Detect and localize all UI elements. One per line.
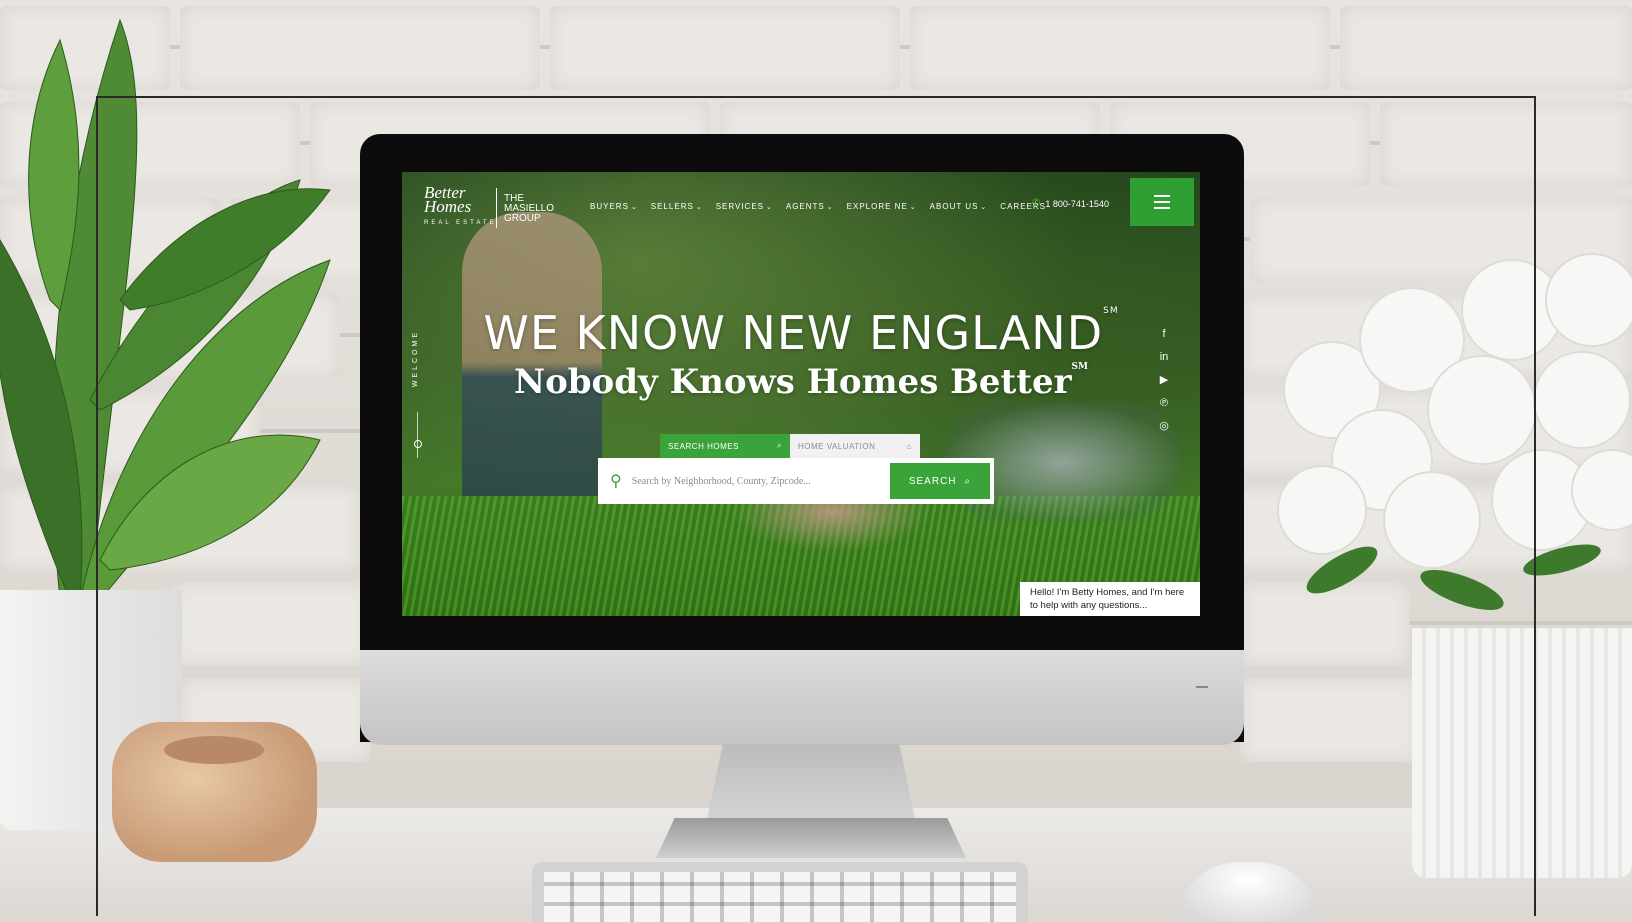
- hero-subtitle: Nobody Knows Homes BetterSM: [402, 362, 1200, 402]
- nav-item-sellers[interactable]: SELLERS ⌄: [651, 202, 703, 211]
- chevron-down-icon: ⌄: [695, 204, 703, 211]
- menu-button[interactable]: [1130, 178, 1194, 226]
- hamburger-icon: [1154, 207, 1170, 209]
- brand-logo[interactable]: Better Homes REAL ESTATE: [424, 184, 497, 226]
- chevron-down-icon: ⌄: [980, 204, 988, 211]
- nav-label: SELLERS: [650, 202, 694, 211]
- service-mark: SM: [1103, 306, 1119, 316]
- website-screen: Better Homes REAL ESTATE THE MASIELLO GR…: [402, 172, 1200, 616]
- logo-group-name: THE MASIELLO GROUP: [504, 193, 555, 224]
- logo-divider: [496, 188, 497, 228]
- search-bar: ⚲ SEARCH ⌕: [598, 458, 994, 504]
- monitor-stand: [706, 744, 916, 824]
- hamburger-icon: [1154, 201, 1170, 203]
- phone-icon: ✆: [1032, 198, 1041, 209]
- chat-widget[interactable]: Hello! I'm Betty Homes, and I'm here to …: [1020, 582, 1200, 616]
- chevron-down-icon: ⌄: [630, 204, 638, 211]
- nav-item-services[interactable]: SERVICES ⌄: [716, 202, 773, 211]
- pinterest-icon[interactable]: ℗: [1157, 397, 1171, 410]
- search-button-label: SEARCH: [908, 475, 957, 487]
- nav-label: EXPLORE NE: [846, 202, 908, 211]
- search-icon: ⌕: [964, 475, 972, 487]
- keyboard-keys: [544, 872, 1016, 922]
- nav-item-agents[interactable]: AGENTS ⌄: [786, 202, 834, 211]
- phone-number: 1 800-741-1540: [1045, 198, 1109, 209]
- tab-search-homes[interactable]: SEARCH HOMES ⌕: [660, 434, 790, 458]
- search-icon: ⌕: [777, 441, 782, 450]
- search-button[interactable]: SEARCH ⌕: [890, 463, 990, 499]
- chevron-down-icon: ⌄: [826, 204, 834, 211]
- nav-label: AGENTS: [785, 202, 825, 211]
- main-nav: BUYERS ⌄ SELLERS ⌄ SERVICES ⌄ AGENTS ⌄ EXPLO…: [590, 202, 1046, 211]
- instagram-icon[interactable]: ◎: [1157, 420, 1171, 433]
- nav-label: SERVICES: [715, 202, 764, 211]
- location-pin-icon: ⚲: [610, 473, 622, 490]
- hamburger-icon: [1154, 195, 1170, 197]
- home-icon: ⌂: [906, 441, 912, 451]
- chevron-down-icon: ⌄: [909, 204, 917, 211]
- tab-label: HOME VALUATION: [798, 441, 876, 451]
- site-header: Better Homes REAL ESTATE THE MASIELLO GR…: [402, 172, 1200, 232]
- scroll-indicator[interactable]: [414, 440, 422, 448]
- service-mark: SM: [1071, 362, 1088, 372]
- hero-title-text: WE KNOW NEW ENGLAND: [483, 306, 1104, 360]
- scroll-line: [417, 412, 418, 458]
- keyboard: [532, 862, 1028, 922]
- logo-tagline: REAL ESTATE: [424, 220, 497, 226]
- search-tabs: SEARCH HOMES ⌕ HOME VALUATION ⌂: [660, 434, 920, 458]
- nav-item-about-us[interactable]: ABOUT US ⌄: [930, 202, 988, 211]
- tab-home-valuation[interactable]: HOME VALUATION ⌂: [790, 434, 920, 458]
- phone-link[interactable]: ✆ 1 800-741-1540: [1032, 198, 1109, 209]
- nav-label: BUYERS: [590, 202, 629, 211]
- nav-label: ABOUT US: [929, 202, 979, 211]
- hero-title: WE KNOW NEW ENGLANDSM: [402, 306, 1200, 360]
- search-input[interactable]: [629, 474, 890, 488]
- nav-item-buyers[interactable]: BUYERS ⌄: [590, 202, 638, 211]
- chin-indicator: [1196, 686, 1208, 688]
- tab-label: SEARCH HOMES: [668, 441, 739, 451]
- youtube-icon[interactable]: ▶: [1157, 374, 1171, 387]
- monitor-chin: [360, 650, 1244, 745]
- social-links: f in ▶ ℗ ◎: [1157, 328, 1171, 433]
- hero-subtitle-text: Nobody Knows Homes Better: [514, 362, 1072, 402]
- nav-item-explore-ne[interactable]: EXPLORE NE ⌄: [847, 202, 917, 211]
- linkedin-icon[interactable]: in: [1157, 351, 1171, 364]
- facebook-icon[interactable]: f: [1157, 328, 1171, 341]
- monitor-base: [656, 818, 966, 858]
- chevron-down-icon: ⌄: [766, 204, 773, 211]
- logo-brand-bottom: Homes: [424, 197, 472, 216]
